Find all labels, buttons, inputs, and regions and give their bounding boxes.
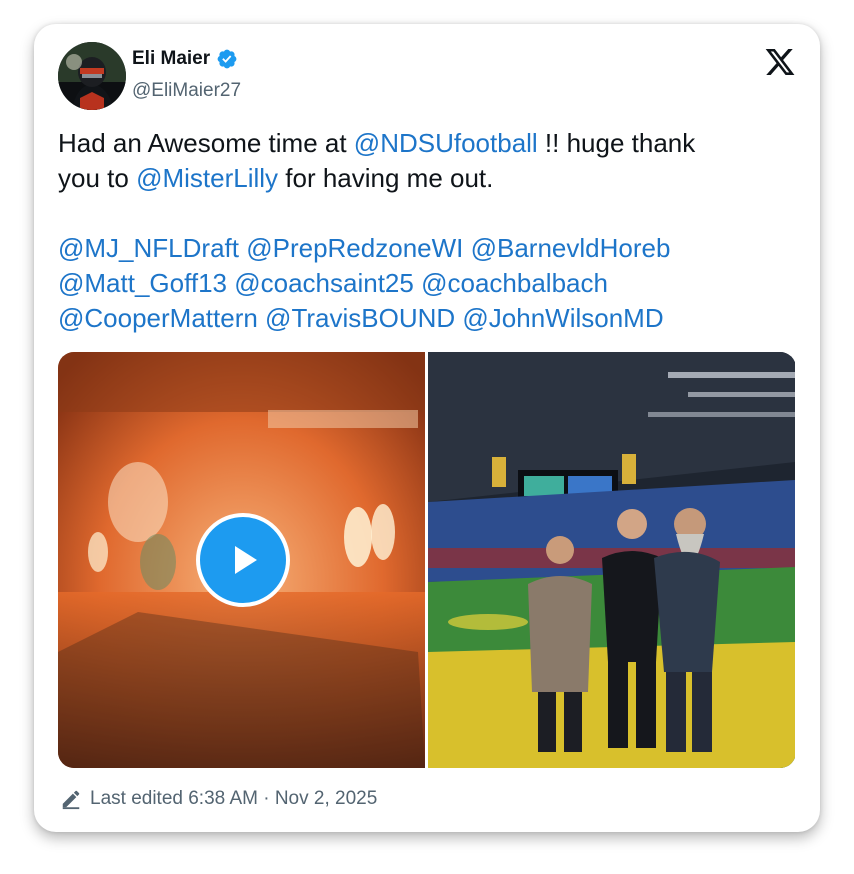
tweet-text-segment: you to — [58, 163, 137, 193]
author-name[interactable]: Eli Maier — [132, 48, 210, 70]
tweet-text: Had an Awesome time at @NDSUfootball !! … — [58, 126, 798, 336]
edited-timestamp[interactable]: Last edited 6:38 AM · Nov 2, 2025 — [90, 788, 377, 810]
avatar[interactable] — [58, 42, 126, 110]
mention-link[interactable]: @TravisBOUND — [265, 303, 455, 333]
tweet-card: Eli Maier @EliMaier27 Had an Awesome tim… — [34, 24, 820, 832]
video-thumbnail[interactable] — [58, 352, 425, 768]
play-button[interactable] — [196, 513, 290, 607]
mention-link[interactable]: @BarnevldHoreb — [471, 233, 671, 263]
mention-link[interactable]: @MisterLilly — [136, 163, 278, 193]
mentions-line: @MJ_NFLDraft @PrepRedzoneWI @BarnevldHor… — [58, 231, 798, 266]
mention-link[interactable]: @JohnWilsonMD — [462, 303, 663, 333]
x-logo-icon[interactable] — [764, 46, 796, 78]
mention-link[interactable]: @coachbalbach — [421, 268, 608, 298]
verified-badge-icon — [217, 49, 237, 69]
pencil-icon — [62, 790, 80, 810]
mentions-line: @CooperMattern @TravisBOUND @JohnWilsonM… — [58, 301, 798, 336]
edited-info: Last edited 6:38 AM · Nov 2, 2025 — [60, 788, 377, 810]
mention-link[interactable]: @Matt_Goff13 — [58, 268, 227, 298]
photo-thumbnail[interactable] — [428, 352, 795, 768]
mention-link[interactable]: @PrepRedzoneWI — [246, 233, 463, 263]
play-icon — [235, 546, 257, 574]
tweet-text-segment: Had an Awesome time at — [58, 128, 354, 158]
tweet-text-segment: for having me out. — [278, 163, 494, 193]
mention-link[interactable]: @MJ_NFLDraft — [58, 233, 239, 263]
mentions-line: @Matt_Goff13 @coachsaint25 @coachbalbach — [58, 266, 798, 301]
media-grid — [58, 352, 796, 768]
tweet-text-segment: !! huge thank — [537, 128, 696, 158]
author-handle[interactable]: @EliMaier27 — [132, 80, 241, 102]
mention-link[interactable]: @coachsaint25 — [234, 268, 414, 298]
mention-link[interactable]: @NDSUfootball — [354, 128, 538, 158]
mention-link[interactable]: @CooperMattern — [58, 303, 258, 333]
